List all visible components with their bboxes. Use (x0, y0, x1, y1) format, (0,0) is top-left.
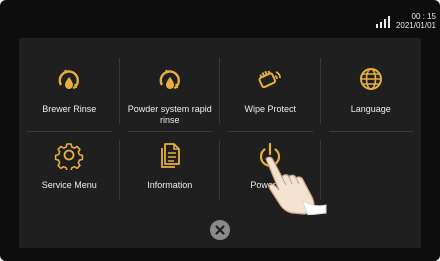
close-icon (215, 225, 225, 235)
menu-item-label: Language (350, 104, 391, 114)
menu-item-information[interactable]: Information (120, 132, 221, 208)
menu-item-wipe-protect[interactable]: Wipe Protect (220, 50, 321, 132)
menu-item-brewer-rinse[interactable]: Brewer Rinse (19, 50, 120, 132)
menu-item-label: Brewer Rinse (42, 104, 97, 114)
globe-icon (359, 68, 382, 90)
document-icon (160, 143, 180, 168)
menu-grid: Brewer Rinse Powder system rapid rinse W… (19, 50, 421, 208)
empty-cell (321, 132, 422, 208)
close-button[interactable] (210, 220, 230, 240)
menu-item-label: Wipe Protect (244, 104, 297, 114)
gear-icon (55, 143, 84, 170)
signal-bars-icon (375, 16, 390, 28)
menu-item-service-menu[interactable]: Service Menu (19, 132, 120, 208)
powder-rinse-icon (159, 69, 180, 89)
clock: 00 : 15 2021/01/01 (396, 12, 436, 30)
menu-item-language[interactable]: Language (321, 50, 422, 132)
menu-item-label: Service Menu (41, 180, 97, 190)
brewer-rinse-icon (58, 69, 80, 89)
status-bar: 00 : 15 2021/01/01 (375, 6, 436, 30)
menu-item-label: Powder system rapid rinse (127, 104, 212, 125)
device-screen: 00 : 15 2021/01/01 Brewer Rinse Powder s… (0, 0, 440, 261)
wipe-protect-icon (258, 70, 282, 89)
status-date: 2021/01/01 (395, 21, 436, 30)
menu-panel: Brewer Rinse Powder system rapid rinse W… (19, 38, 421, 248)
menu-item-label: Information (147, 180, 193, 190)
status-time: 00 : 15 (411, 12, 436, 21)
menu-item-powder-rinse[interactable]: Powder system rapid rinse (120, 50, 221, 132)
pointing-hand-icon (265, 156, 327, 215)
